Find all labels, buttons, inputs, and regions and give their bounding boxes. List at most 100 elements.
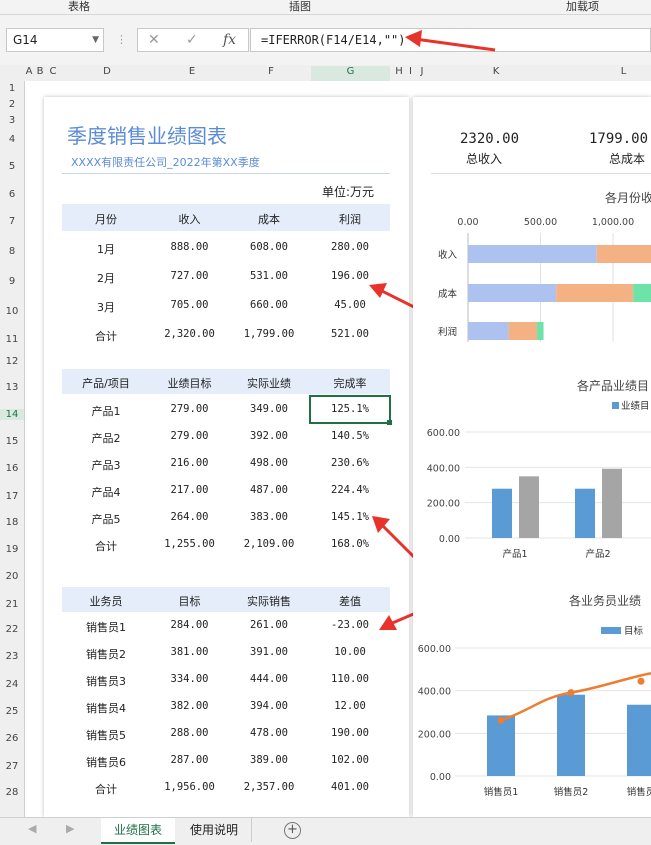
table3-cell[interactable]: 销售员4 [62,700,150,716]
ribbon-group-illustrations[interactable]: 插图 [289,0,311,14]
col-header[interactable]: F [231,66,311,77]
row-header[interactable]: 15 [0,436,24,447]
table3-cell[interactable]: 287.00 [150,754,229,766]
table2-cell[interactable]: 216.00 [150,457,229,469]
col-header-selected[interactable]: G [311,66,390,81]
col-header[interactable]: L [561,66,651,77]
selected-cell[interactable] [309,395,391,424]
row-header[interactable]: 17 [0,491,24,502]
table1-cell[interactable]: 660.00 [229,299,309,311]
row-header[interactable]: 9 [0,276,24,287]
table3-cell[interactable]: 382.00 [150,700,229,712]
table1-header-cell[interactable]: 月份 [62,211,150,227]
table3-cell[interactable]: 394.00 [229,700,309,712]
col-header[interactable]: B [35,66,45,77]
fill-handle[interactable] [387,420,392,425]
table3-cell[interactable]: 334.00 [150,673,229,685]
table3-header-cell[interactable]: 实际销售 [229,593,309,609]
table3-cell[interactable]: 284.00 [150,619,229,631]
table1-cell[interactable]: 2,320.00 [150,328,229,340]
row-header-selected[interactable]: 14 [0,409,24,420]
col-header[interactable]: J [413,66,431,77]
row-header[interactable]: 24 [0,679,24,690]
scroll-right-icon[interactable]: ▶ [66,822,74,835]
row-header[interactable]: 13 [0,382,24,393]
row-header[interactable]: 25 [0,706,24,717]
table2-cell[interactable]: 279.00 [150,403,229,415]
table3-cell[interactable]: 190.00 [309,727,391,739]
col-header[interactable]: D [61,66,153,77]
scroll-left-icon[interactable]: ◀ [28,822,36,835]
col-header[interactable]: H [390,66,408,77]
table1-cell[interactable]: 2月 [62,270,150,286]
name-box[interactable]: G14 ▼ [6,28,104,52]
chevron-down-icon[interactable]: ▼ [92,29,99,51]
table3-cell[interactable]: 1,956.00 [150,781,229,793]
table1-cell[interactable]: 608.00 [229,241,309,253]
row-header[interactable]: 6 [0,189,24,200]
row-header[interactable]: 23 [0,651,24,662]
confirm-icon[interactable]: ✓ [186,32,198,48]
table2-cell[interactable]: 383.00 [229,511,309,523]
col-header[interactable]: K [431,66,561,77]
sheet-tab-performance[interactable]: 业绩图表 [101,818,175,844]
table1-cell[interactable]: 888.00 [150,241,229,253]
table3-cell[interactable]: 261.00 [229,619,309,631]
table2-cell[interactable]: 产品5 [62,511,150,527]
table2-cell[interactable]: 392.00 [229,430,309,442]
table1-cell[interactable]: 1月 [62,241,150,257]
table2-header-cell[interactable]: 完成率 [309,375,391,391]
ribbon-group-table[interactable]: 表格 [68,0,90,14]
table2-cell[interactable]: 487.00 [229,484,309,496]
table3-cell[interactable]: 381.00 [150,646,229,658]
table2-cell[interactable]: 279.00 [150,430,229,442]
table2-cell[interactable]: 1,255.00 [150,538,229,550]
table2-cell[interactable]: 230.6% [309,457,391,469]
cancel-icon[interactable]: ✕ [148,32,160,48]
table3-cell[interactable]: 销售员2 [62,646,150,662]
table2-cell[interactable]: 产品3 [62,457,150,473]
table1-cell[interactable]: 合计 [62,328,150,344]
table2-cell[interactable]: 349.00 [229,403,309,415]
row-header[interactable]: 4 [0,134,24,145]
table2-cell[interactable]: 产品2 [62,430,150,446]
table3-cell[interactable]: 合计 [62,781,150,797]
table1-cell[interactable]: 1,799.00 [229,328,309,340]
add-sheet-icon[interactable]: + [284,822,301,839]
sheet-tab-instructions[interactable]: 使用说明 [177,818,252,842]
table3-cell[interactable]: 389.00 [229,754,309,766]
table2-header-cell[interactable]: 业绩目标 [150,375,229,391]
row-header[interactable]: 5 [0,161,24,172]
table3-cell[interactable]: 2,357.00 [229,781,309,793]
table3-cell[interactable]: 102.00 [309,754,391,766]
row-header[interactable]: 2 [0,99,24,110]
row-header[interactable]: 27 [0,761,24,772]
ribbon-group-addins[interactable]: 加载项 [566,0,599,14]
table2-cell[interactable]: 产品4 [62,484,150,500]
function-icon[interactable]: fx [223,32,236,48]
table3-cell[interactable]: 销售员6 [62,754,150,770]
table3-header-cell[interactable]: 目标 [150,593,229,609]
row-header[interactable]: 16 [0,463,24,474]
row-header[interactable]: 11 [0,334,24,345]
table3-cell[interactable]: 401.00 [309,781,391,793]
table2-cell[interactable]: 498.00 [229,457,309,469]
table2-cell[interactable]: 合计 [62,538,150,554]
row-header[interactable]: 10 [0,306,24,317]
table2-cell[interactable]: 224.4% [309,484,391,496]
table3-cell[interactable]: 110.00 [309,673,391,685]
row-header[interactable]: 26 [0,733,24,744]
col-header[interactable]: C [46,66,60,77]
table2-header-cell[interactable]: 实际业绩 [229,375,309,391]
table3-cell[interactable]: 销售员1 [62,619,150,635]
table3-cell[interactable]: 12.00 [309,700,391,712]
row-header[interactable]: 19 [0,544,24,555]
row-header[interactable]: 18 [0,517,24,528]
table3-cell[interactable]: 478.00 [229,727,309,739]
table1-cell[interactable]: 3月 [62,299,150,315]
table1-header-cell[interactable]: 成本 [229,211,309,227]
table2-cell[interactable]: 2,109.00 [229,538,309,550]
row-header[interactable]: 28 [0,787,24,798]
table3-cell[interactable]: 10.00 [309,646,391,658]
row-header[interactable]: 20 [0,571,24,582]
